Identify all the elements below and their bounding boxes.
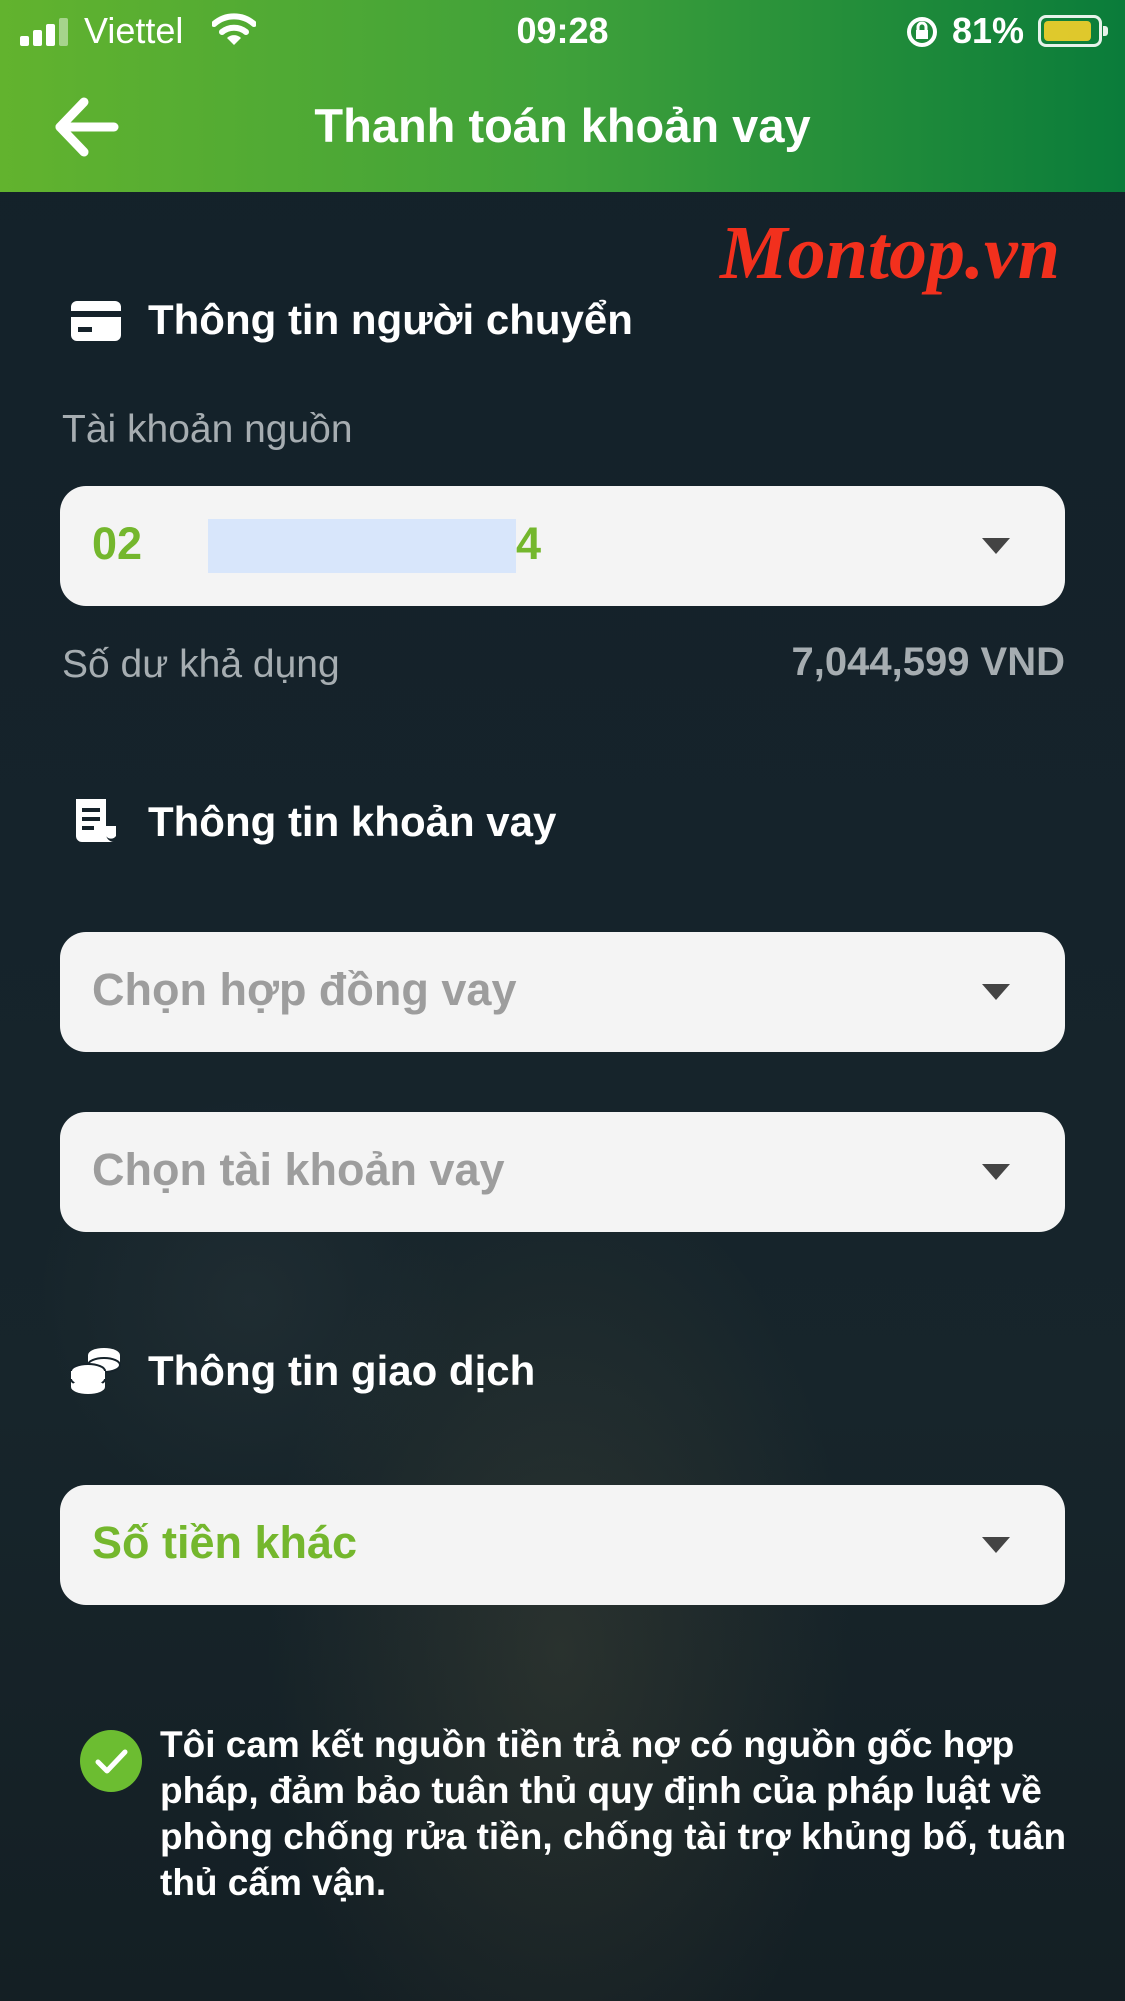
chevron-down-icon xyxy=(982,984,1010,1000)
amount-option-value: Số tiền khác xyxy=(92,1517,358,1568)
loan-contract-select[interactable]: Chọn hợp đồng vay xyxy=(60,932,1065,1052)
source-account-label: Tài khoản nguồn xyxy=(62,408,353,451)
document-icon xyxy=(76,799,116,842)
loan-account-select[interactable]: Chọn tài khoản vay xyxy=(60,1112,1065,1232)
redacted-account-digits xyxy=(208,519,516,573)
chevron-down-icon xyxy=(982,538,1010,554)
card-icon xyxy=(71,301,121,341)
source-account-select[interactable]: 02 4 xyxy=(60,486,1065,606)
app-header: Viettel 09:28 81% Thanh toán khoản vay xyxy=(0,0,1125,192)
loan-section-title: Thông tin khoản vay xyxy=(148,798,557,845)
commitment-checkbox[interactable] xyxy=(80,1730,142,1792)
coins-icon xyxy=(70,1348,121,1394)
battery-percentage: 81% xyxy=(952,10,1025,51)
chevron-down-icon xyxy=(982,1164,1010,1180)
sender-section-title: Thông tin người chuyển xyxy=(148,296,633,343)
account-number-suffix: 4 xyxy=(516,518,542,569)
status-bar: Viettel 09:28 81% xyxy=(0,0,1125,62)
checkmark-icon xyxy=(95,1749,128,1774)
commitment-text: Tôi cam kết nguồn tiền trả nợ có nguồn g… xyxy=(160,1724,1067,1903)
chevron-down-icon xyxy=(982,1537,1010,1553)
balance-label: Số dư khả dụng xyxy=(62,643,340,686)
loan-contract-placeholder: Chọn hợp đồng vay xyxy=(92,964,517,1015)
amount-select[interactable]: Số tiền khác xyxy=(60,1485,1065,1605)
balance-value: 7,044,599 VND xyxy=(791,640,1065,684)
battery-icon xyxy=(1038,15,1108,47)
account-number-prefix: 02 xyxy=(92,518,143,569)
watermark-logo: Montop.vn xyxy=(720,211,1060,295)
rotation-lock-icon xyxy=(907,17,937,47)
page-title: Thanh toán khoản vay xyxy=(314,99,811,152)
transaction-section-title: Thông tin giao dịch xyxy=(148,1347,536,1394)
loan-account-placeholder: Chọn tài khoản vay xyxy=(92,1144,505,1195)
